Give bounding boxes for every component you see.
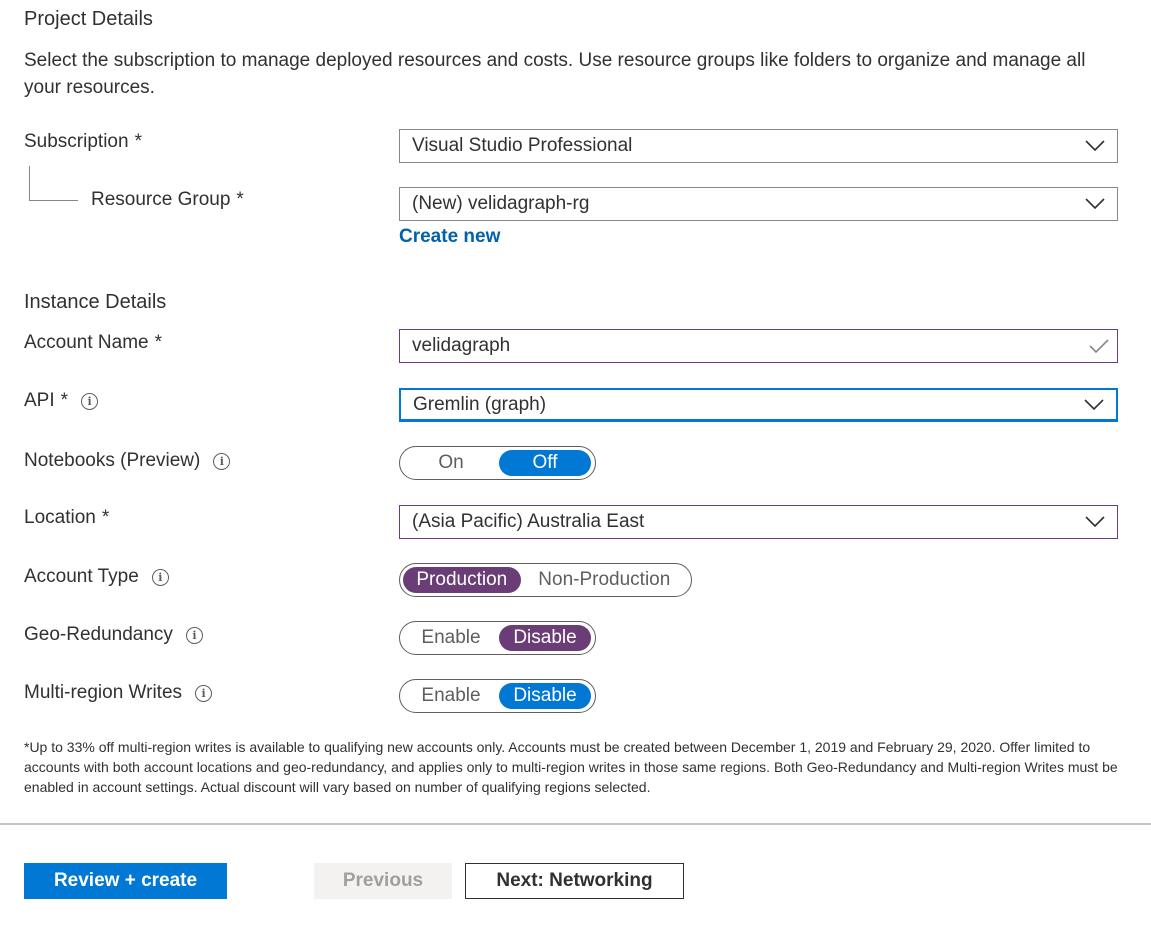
geo-redundancy-label-text: Geo-Redundancy bbox=[24, 624, 173, 645]
geo-enable-option[interactable]: Enable bbox=[403, 625, 499, 651]
location-value: (Asia Pacific) Australia East bbox=[412, 511, 645, 532]
info-icon[interactable]: i bbox=[81, 392, 99, 410]
checkmark-icon bbox=[1089, 339, 1109, 354]
next-networking-button[interactable]: Next: Networking bbox=[465, 863, 684, 899]
subscription-dropdown[interactable]: Visual Studio Professional bbox=[399, 129, 1118, 163]
subscription-value: Visual Studio Professional bbox=[412, 135, 633, 156]
account-name-value: velidagraph bbox=[412, 335, 511, 356]
required-marker: * bbox=[236, 189, 244, 210]
api-dropdown[interactable]: Gremlin (graph) bbox=[399, 388, 1118, 422]
info-icon[interactable]: i bbox=[185, 626, 203, 644]
chevron-down-icon bbox=[1085, 198, 1105, 210]
subscription-label-text: Subscription bbox=[24, 131, 129, 152]
account-type-toggle[interactable]: Production Non-Production bbox=[399, 563, 692, 597]
notebooks-toggle[interactable]: On Off bbox=[399, 446, 596, 480]
account-type-label: Account Type i bbox=[24, 566, 169, 588]
location-label-text: Location bbox=[24, 507, 96, 528]
notebooks-on-option[interactable]: On bbox=[403, 450, 499, 476]
project-details-heading: Project Details bbox=[24, 8, 153, 30]
previous-button[interactable]: Previous bbox=[314, 863, 452, 899]
chevron-down-icon bbox=[1085, 516, 1105, 528]
production-option[interactable]: Production bbox=[403, 567, 521, 593]
resource-group-value: (New) velidagraph-rg bbox=[412, 193, 590, 214]
notebooks-label-text: Notebooks (Preview) bbox=[24, 450, 201, 471]
geo-redundancy-toggle[interactable]: Enable Disable bbox=[399, 621, 596, 655]
required-marker: * bbox=[154, 332, 163, 353]
non-production-option[interactable]: Non-Production bbox=[521, 567, 688, 593]
tree-connector bbox=[29, 166, 78, 201]
required-marker: * bbox=[60, 390, 69, 411]
multi-region-writes-label-text: Multi-region Writes bbox=[24, 682, 183, 703]
info-icon[interactable]: i bbox=[195, 684, 213, 702]
location-dropdown[interactable]: (Asia Pacific) Australia East bbox=[399, 505, 1118, 539]
info-icon[interactable]: i bbox=[151, 568, 169, 586]
multi-region-disable-option[interactable]: Disable bbox=[499, 683, 591, 709]
info-icon[interactable]: i bbox=[213, 452, 231, 470]
required-marker: * bbox=[134, 131, 142, 152]
account-name-input[interactable]: velidagraph bbox=[399, 329, 1118, 363]
multi-region-enable-option[interactable]: Enable bbox=[403, 683, 499, 709]
chevron-down-icon bbox=[1084, 399, 1104, 411]
review-create-button[interactable]: Review + create bbox=[24, 863, 227, 899]
required-marker: * bbox=[101, 507, 110, 528]
multi-region-writes-toggle[interactable]: Enable Disable bbox=[399, 679, 596, 713]
location-label: Location * bbox=[24, 507, 109, 529]
account-name-label: Account Name * bbox=[24, 332, 162, 354]
notebooks-off-option[interactable]: Off bbox=[499, 450, 591, 476]
resource-group-label-text: Resource Group bbox=[91, 189, 231, 210]
api-label: API * i bbox=[24, 390, 99, 412]
discount-footnote: *Up to 33% off multi-region writes is av… bbox=[24, 739, 1118, 795]
api-label-text: API bbox=[24, 390, 55, 411]
resource-group-label: Resource Group * bbox=[91, 189, 244, 211]
project-details-description: Select the subscription to manage deploy… bbox=[24, 50, 1086, 98]
geo-disable-option[interactable]: Disable bbox=[499, 625, 591, 651]
notebooks-label: Notebooks (Preview) i bbox=[24, 450, 231, 472]
account-type-label-text: Account Type bbox=[24, 566, 139, 587]
subscription-label: Subscription * bbox=[24, 131, 142, 153]
resource-group-dropdown[interactable]: (New) velidagraph-rg bbox=[399, 187, 1118, 221]
instance-details-heading: Instance Details bbox=[24, 291, 167, 313]
account-name-label-text: Account Name bbox=[24, 332, 149, 353]
footer-divider bbox=[0, 823, 1151, 825]
create-new-link[interactable]: Create new bbox=[399, 226, 500, 248]
multi-region-writes-label: Multi-region Writes i bbox=[24, 682, 213, 704]
chevron-down-icon bbox=[1085, 140, 1105, 152]
geo-redundancy-label: Geo-Redundancy i bbox=[24, 624, 203, 646]
api-value: Gremlin (graph) bbox=[413, 394, 547, 415]
